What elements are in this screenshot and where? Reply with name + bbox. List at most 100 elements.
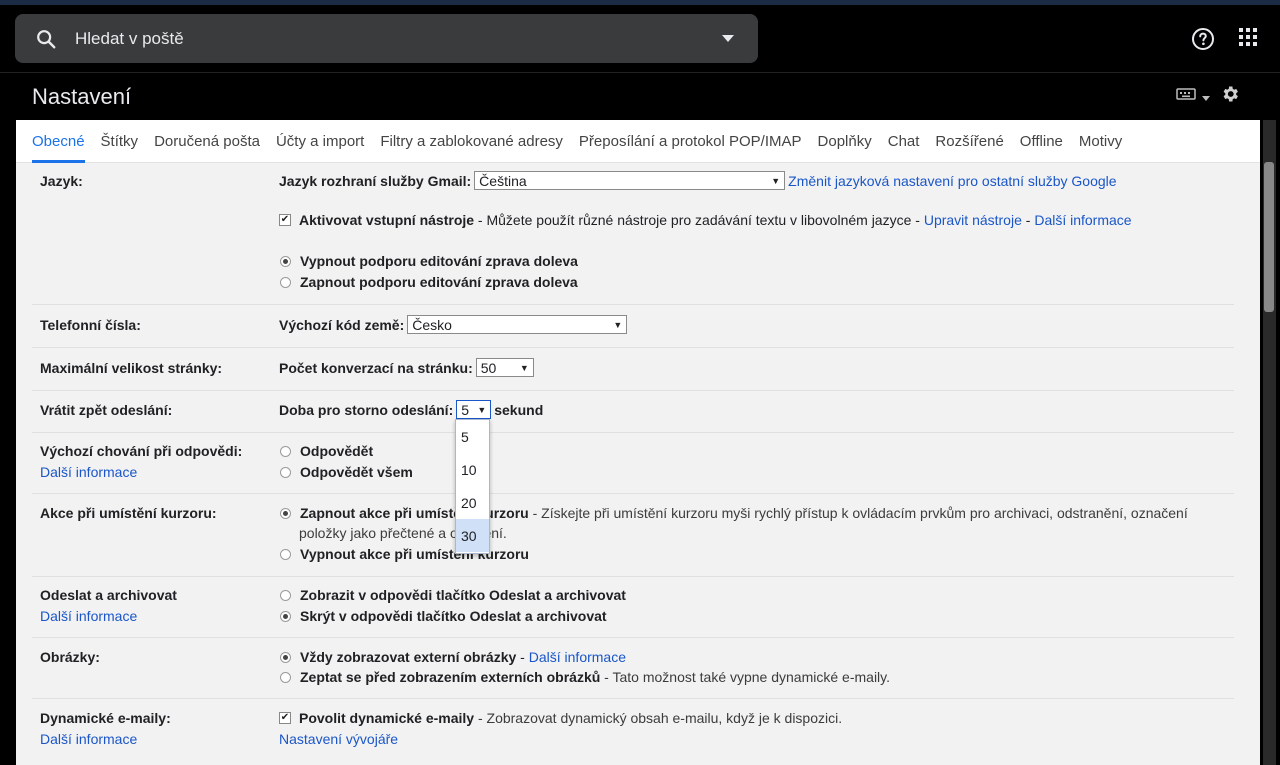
send-archive-hide-option[interactable]: Skrýt v odpovědi tlačítko Odeslat a arch… bbox=[279, 608, 607, 624]
rtl-on-radio[interactable] bbox=[280, 276, 291, 288]
reply-all-radio[interactable] bbox=[280, 466, 291, 478]
send-archive-more-link[interactable]: Další informace bbox=[40, 608, 137, 624]
more-info-link[interactable]: Další informace bbox=[1034, 212, 1131, 228]
search-icon[interactable] bbox=[32, 25, 60, 53]
scrollbar-thumb[interactable] bbox=[1264, 162, 1274, 312]
dynamic-email-label: Povolit dynamické e-maily bbox=[299, 710, 475, 726]
setting-row-page-size: Maximální velikost stránky: Počet konver… bbox=[32, 348, 1234, 391]
images-always-radio[interactable] bbox=[280, 651, 291, 663]
setting-label: Jazyk: bbox=[40, 173, 83, 189]
input-tools-line: ✔ Aktivovat vstupní nástroje - Můžete po… bbox=[279, 212, 1132, 228]
dropdown-option[interactable]: 10 bbox=[456, 453, 489, 486]
header-tools bbox=[1176, 84, 1240, 109]
tab-general[interactable]: Obecné bbox=[24, 120, 93, 163]
search-options-icon[interactable] bbox=[710, 21, 746, 57]
edit-tools-link[interactable]: Upravit nástroje bbox=[924, 212, 1022, 228]
images-sep: - bbox=[516, 649, 529, 665]
keyboard-dropdown-icon[interactable] bbox=[1202, 88, 1210, 106]
dynamic-email-checkbox[interactable]: ✔ bbox=[279, 712, 291, 724]
search-input[interactable]: Hledat v poště bbox=[75, 29, 710, 49]
language-select[interactable]: Čeština ▼ bbox=[474, 171, 786, 190]
hover-on-label: Zapnout akce při umístění kurzoru bbox=[300, 505, 529, 521]
reply-radio[interactable] bbox=[280, 445, 291, 457]
apps-grid-icon[interactable] bbox=[1238, 27, 1258, 52]
tab-themes[interactable]: Motivy bbox=[1071, 120, 1130, 162]
page-title: Nastavení bbox=[32, 84, 132, 109]
images-more-link[interactable]: Další informace bbox=[529, 649, 626, 665]
hover-off-radio[interactable] bbox=[280, 548, 291, 560]
tab-inbox[interactable]: Doručená pošta bbox=[146, 120, 268, 162]
change-language-link[interactable]: Změnit jazyková nastavení pro ostatní sl… bbox=[788, 173, 1116, 189]
setting-label: Obrázky: bbox=[40, 649, 100, 665]
reply-label: Odpovědět bbox=[300, 443, 374, 459]
search-bar[interactable]: Hledat v poště bbox=[15, 14, 758, 63]
setting-row-dynamic-email: Dynamické e-maily: Další informace ✔ Pov… bbox=[32, 699, 1234, 765]
dropdown-option[interactable]: 20 bbox=[456, 486, 489, 519]
reply-all-option[interactable]: Odpovědět všem bbox=[279, 464, 413, 480]
rtl-on-option[interactable]: Zapnout podporu editování zprava doleva bbox=[279, 274, 578, 290]
rtl-off-label: Vypnout podporu editování zprava doleva bbox=[300, 253, 578, 269]
developer-settings-line: Nastavení vývojáře bbox=[279, 731, 398, 747]
keyboard-icon[interactable] bbox=[1176, 87, 1196, 106]
images-ask-label: Zeptat se před zobrazením externích obrá… bbox=[300, 669, 601, 685]
tab-chat[interactable]: Chat bbox=[880, 120, 928, 162]
undo-period-select[interactable]: 5 ▼ bbox=[456, 400, 492, 419]
rtl-off-radio[interactable] bbox=[280, 255, 291, 267]
hover-on-radio[interactable] bbox=[280, 507, 291, 519]
setting-label: Výchozí chování při odpovědi: bbox=[40, 443, 243, 459]
select-arrow-icon: ▼ bbox=[477, 404, 487, 415]
setting-row-images: Obrázky: Vždy zobrazovat externí obrázky… bbox=[32, 638, 1234, 699]
images-ask-radio[interactable] bbox=[280, 671, 291, 683]
hover-on-option[interactable]: Zapnout akce při umístění kurzoru - Získ… bbox=[279, 505, 1188, 521]
setting-label: Dynamické e-maily: bbox=[40, 710, 171, 726]
images-ask-option[interactable]: Zeptat se před zobrazením externích obrá… bbox=[279, 669, 890, 685]
dynamic-more-link[interactable]: Další informace bbox=[40, 731, 137, 747]
language-line: Jazyk rozhraní služby Gmail: Čeština ▼ Zm… bbox=[279, 171, 1117, 190]
reply-option[interactable]: Odpovědět bbox=[279, 443, 373, 459]
hover-off-option[interactable]: Vypnout akce při umístění kurzoru bbox=[279, 546, 529, 562]
link-separator: - bbox=[1021, 212, 1035, 228]
settings-tabs: Obecné Štítky Doručená pošta Účty a impo… bbox=[16, 120, 1260, 163]
settings-gear-icon[interactable] bbox=[1220, 84, 1240, 109]
dropdown-option-highlighted[interactable]: 30 bbox=[456, 519, 489, 552]
setting-row-language: Jazyk: Jazyk rozhraní služby Gmail: Češt… bbox=[32, 162, 1234, 305]
dynamic-email-desc: - Zobrazovat dynamický obsah e-mailu, kd… bbox=[474, 710, 843, 726]
select-arrow-icon: ▼ bbox=[613, 319, 623, 330]
tab-accounts-import[interactable]: Účty a import bbox=[268, 120, 372, 162]
images-ask-desc: - Tato možnost také vypne dynamické e-ma… bbox=[600, 669, 891, 685]
undo-line: Doba pro storno odeslání: 5 ▼ sekund bbox=[279, 400, 543, 419]
window-top-strip bbox=[0, 0, 1280, 5]
setting-label: Maximální velikost stránky: bbox=[40, 360, 223, 376]
setting-row-send-archive: Odeslat a archivovat Další informace Zob… bbox=[32, 577, 1234, 638]
send-archive-show-radio[interactable] bbox=[280, 589, 291, 601]
country-code-select[interactable]: Česko ▼ bbox=[407, 315, 628, 334]
tab-offline[interactable]: Offline bbox=[1012, 120, 1071, 162]
send-archive-hide-radio[interactable] bbox=[280, 610, 291, 622]
setting-label: Akce při umístění kurzoru: bbox=[40, 505, 217, 521]
reply-more-info-link[interactable]: Další informace bbox=[40, 464, 137, 480]
setting-row-undo-send: Vrátit zpět odeslání: Doba pro storno od… bbox=[32, 391, 1234, 433]
rtl-off-option[interactable]: Vypnout podporu editování zprava doleva bbox=[279, 253, 578, 269]
developer-settings-link[interactable]: Nastavení vývojáře bbox=[279, 731, 398, 747]
hover-off-label: Vypnout akce při umístění kurzoru bbox=[300, 546, 529, 562]
country-code-value: Česko bbox=[412, 316, 452, 333]
images-always-option[interactable]: Vždy zobrazovat externí obrázky - Další … bbox=[279, 649, 626, 665]
send-archive-show-option[interactable]: Zobrazit v odpovědi tlačítko Odeslat a a… bbox=[279, 587, 626, 603]
input-tools-desc: - Můžete použít různé nástroje pro zadáv… bbox=[474, 212, 924, 228]
input-tools-checkbox[interactable]: ✔ bbox=[279, 214, 291, 226]
tab-advanced[interactable]: Rozšířené bbox=[927, 120, 1011, 162]
tab-forwarding-pop-imap[interactable]: Přeposílání a protokol POP/IMAP bbox=[571, 120, 810, 162]
setting-row-phone: Telefonní čísla: Výchozí kód země: Česko… bbox=[32, 305, 1234, 348]
tab-labels[interactable]: Štítky bbox=[93, 120, 147, 162]
page-size-select[interactable]: 50 ▼ bbox=[475, 358, 534, 377]
dropdown-option[interactable]: 5 bbox=[456, 420, 489, 453]
send-archive-hide-label: Skrýt v odpovědi tlačítko Odeslat a arch… bbox=[300, 608, 607, 624]
help-icon[interactable] bbox=[1191, 27, 1215, 56]
tab-addons[interactable]: Doplňky bbox=[810, 120, 880, 162]
dynamic-email-option[interactable]: ✔ Povolit dynamické e-maily - Zobrazovat… bbox=[279, 710, 842, 726]
setting-label: Vrátit zpět odeslání: bbox=[40, 402, 173, 418]
tab-filters[interactable]: Filtry a zablokované adresy bbox=[372, 120, 571, 162]
page-size-value: 50 bbox=[480, 359, 497, 376]
page-size-line: Počet konverzací na stránku: 50 ▼ bbox=[279, 358, 537, 377]
setting-label: Odeslat a archivovat bbox=[40, 587, 177, 603]
